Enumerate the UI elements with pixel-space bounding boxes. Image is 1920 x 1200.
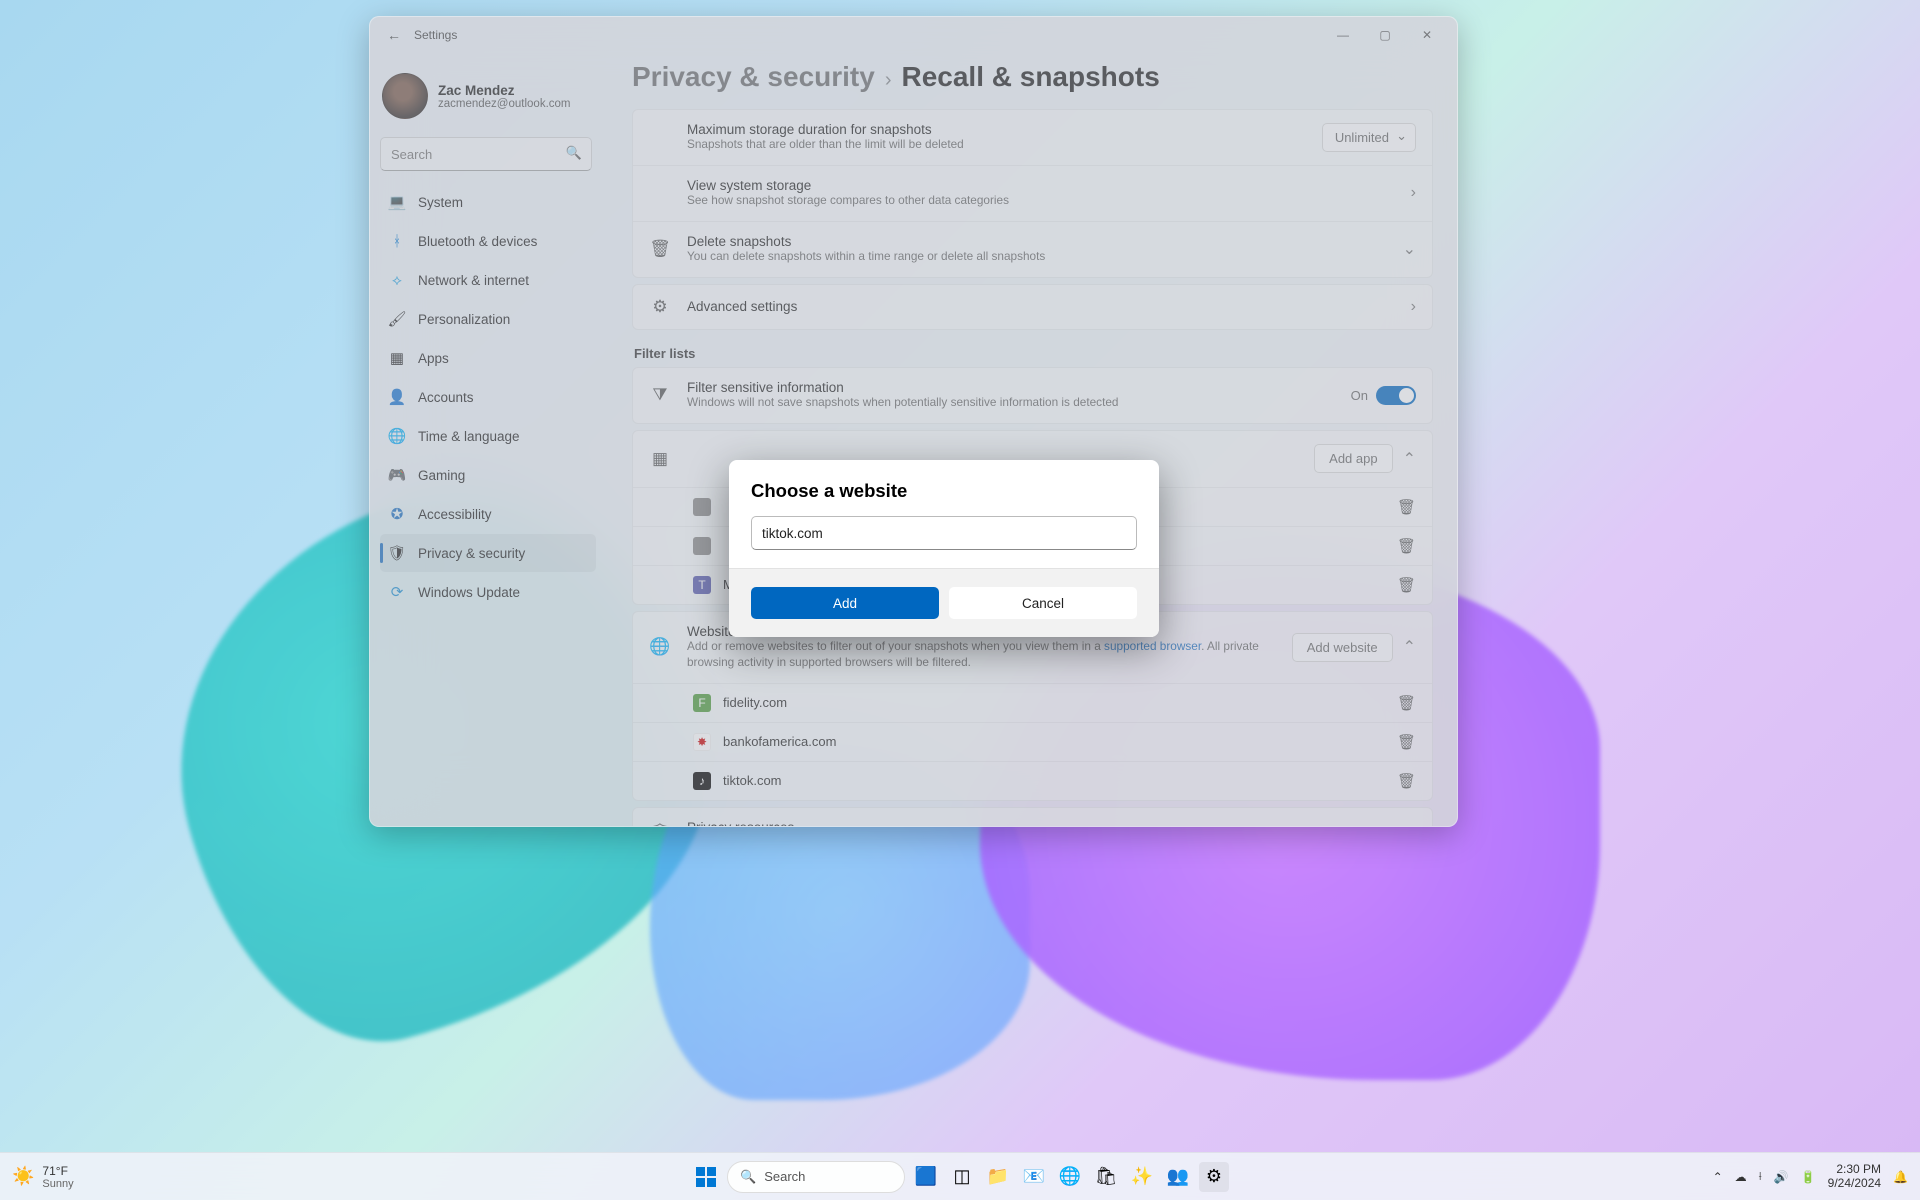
website-input[interactable] — [751, 516, 1137, 550]
onedrive-icon[interactable]: ☁ — [1735, 1170, 1747, 1184]
weather-cond: Sunny — [42, 1178, 73, 1190]
taskbar-weather[interactable]: ☀️ 71°F Sunny — [12, 1164, 74, 1190]
tray-overflow-icon[interactable]: ⌃ — [1713, 1170, 1723, 1184]
taskbar-center: 🔍 Search 🟦 ◫ 📁 📧 🌐 🛍 ✨ 👥 ⚙ — [691, 1161, 1229, 1193]
weather-icon: ☀️ — [12, 1166, 34, 1187]
notifications-icon[interactable]: 🔔 — [1893, 1170, 1908, 1184]
modal-scrim — [370, 17, 1457, 826]
settings-taskbar-icon[interactable]: ⚙ — [1199, 1162, 1229, 1192]
mail-icon[interactable]: 📧 — [1019, 1162, 1049, 1192]
wifi-icon[interactable]: ⟊ — [1759, 1169, 1762, 1184]
taskbar-search-label: Search — [764, 1169, 805, 1184]
search-icon: 🔍 — [740, 1169, 756, 1185]
copilot-icon[interactable]: ✨ — [1127, 1162, 1157, 1192]
start-button[interactable] — [691, 1162, 721, 1192]
store-icon[interactable]: 🛍 — [1091, 1162, 1121, 1192]
dialog-cancel-button[interactable]: Cancel — [949, 587, 1137, 619]
explorer-icon[interactable]: 📁 — [983, 1162, 1013, 1192]
widgets-icon[interactable]: 🟦 — [911, 1162, 941, 1192]
battery-icon[interactable]: 🔋 — [1801, 1170, 1816, 1184]
edge-icon[interactable]: 🌐 — [1055, 1162, 1085, 1192]
task-view-icon[interactable]: ◫ — [947, 1162, 977, 1192]
clock-time: 2:30 PM — [1828, 1163, 1881, 1177]
weather-temp: 71°F — [42, 1164, 73, 1178]
taskbar-tray: ⌃ ☁ ⟊ 🔊 🔋 2:30 PM 9/24/2024 🔔 — [1713, 1163, 1908, 1191]
taskbar: ☀️ 71°F Sunny 🔍 Search 🟦 ◫ 📁 📧 🌐 🛍 ✨ 👥 ⚙… — [0, 1152, 1920, 1200]
teams-icon[interactable]: 👥 — [1163, 1162, 1193, 1192]
choose-website-dialog: Choose a website Add Cancel — [729, 460, 1159, 637]
taskbar-search[interactable]: 🔍 Search — [727, 1161, 905, 1193]
taskbar-clock[interactable]: 2:30 PM 9/24/2024 — [1828, 1163, 1881, 1191]
dialog-title: Choose a website — [751, 480, 1137, 502]
clock-date: 9/24/2024 — [1828, 1177, 1881, 1191]
dialog-add-button[interactable]: Add — [751, 587, 939, 619]
settings-window: ← Settings — ▢ ✕ Zac Mendez zacmendez@ou… — [369, 16, 1458, 827]
volume-icon[interactable]: 🔊 — [1774, 1170, 1789, 1184]
